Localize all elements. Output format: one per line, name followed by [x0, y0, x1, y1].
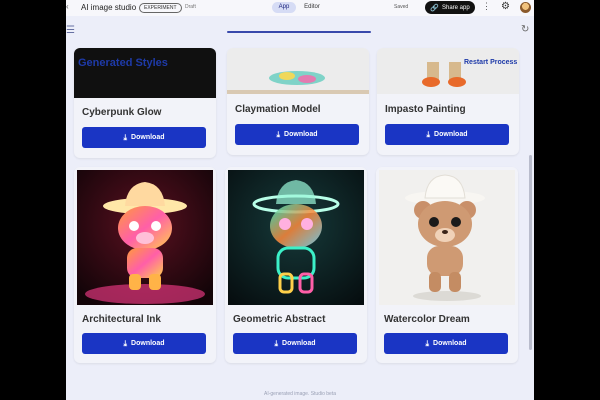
arrow-left-icon[interactable]: ‹ — [66, 2, 69, 11]
sub-bar: ☰ ↻ — [66, 20, 534, 44]
download-icon: ⤓ — [274, 338, 279, 348]
style-card: Watercolor Dream ⤓ Download — [376, 167, 518, 363]
top-bar: ‹ AI image studio EXPERIMENT Draft App E… — [66, 0, 534, 16]
download-label: Download — [284, 131, 318, 138]
download-icon: ⤓ — [425, 338, 430, 348]
style-image — [379, 170, 515, 305]
download-icon: ⤓ — [123, 338, 128, 348]
architectural-ink-image — [77, 170, 213, 305]
draft-label: Draft — [185, 4, 196, 10]
download-label: Download — [282, 340, 316, 347]
experiment-badge: EXPERIMENT — [139, 3, 182, 13]
style-image — [228, 170, 364, 305]
section-title: Generated Styles — [78, 57, 168, 69]
scrollbar[interactable] — [529, 155, 532, 350]
download-label: Download — [131, 134, 165, 141]
download-button[interactable]: ⤓ Download — [235, 124, 359, 145]
footer-note: AI-generated image. Studio beta — [264, 391, 336, 397]
tab-app[interactable]: App — [272, 2, 296, 13]
geometric-abstract-image — [228, 170, 364, 305]
progress-indicator — [227, 31, 371, 33]
share-app-button[interactable]: 🔗 Share app — [425, 1, 475, 14]
saved-status: Saved — [394, 4, 409, 10]
app-title: AI image studio — [81, 3, 137, 12]
download-icon: ⤓ — [426, 129, 431, 139]
style-card: Geometric Abstract ⤓ Download — [225, 167, 367, 363]
style-label: Claymation Model — [235, 104, 321, 115]
style-label: Watercolor Dream — [384, 314, 470, 325]
style-image — [377, 48, 519, 94]
download-button[interactable]: ⤓ Download — [233, 333, 357, 354]
style-image — [77, 170, 213, 305]
refresh-icon[interactable]: ↻ — [521, 24, 529, 35]
avatar[interactable] — [520, 2, 531, 13]
style-label: Cyberpunk Glow — [82, 107, 162, 118]
download-button[interactable]: ⤓ Download — [82, 333, 206, 354]
impasto-image-fragment — [422, 62, 466, 87]
download-button[interactable]: ⤓ Download — [384, 333, 508, 354]
download-icon: ⤓ — [276, 129, 281, 139]
link-icon: 🔗 — [430, 4, 439, 12]
download-label: Download — [433, 340, 467, 347]
style-card: Architectural Ink ⤓ Download — [74, 167, 216, 363]
style-label: Impasto Painting — [385, 104, 466, 115]
download-icon: ⤓ — [123, 132, 128, 142]
style-card: Claymation Model ⤓ Download — [227, 48, 369, 155]
menu-icon[interactable]: ☰ — [66, 25, 75, 36]
watercolor-dream-image — [379, 170, 515, 305]
more-vert-icon[interactable]: ⋮ — [482, 1, 491, 12]
style-image — [74, 48, 216, 98]
restart-process-link[interactable]: Restart Process — [464, 59, 517, 66]
claymation-image-fragment — [227, 71, 369, 94]
style-label: Geometric Abstract — [233, 314, 326, 325]
download-label: Download — [131, 340, 165, 347]
download-label: Download — [434, 131, 468, 138]
style-label: Architectural Ink — [82, 314, 161, 325]
download-button[interactable]: ⤓ Download — [82, 127, 206, 148]
share-app-label: Share app — [442, 4, 470, 11]
tab-editor[interactable]: Editor — [299, 2, 325, 13]
app-window: ‹ AI image studio EXPERIMENT Draft App E… — [66, 0, 534, 400]
style-image — [227, 48, 369, 94]
gear-icon[interactable]: ⚙ — [501, 1, 510, 12]
download-button[interactable]: ⤓ Download — [385, 124, 509, 145]
